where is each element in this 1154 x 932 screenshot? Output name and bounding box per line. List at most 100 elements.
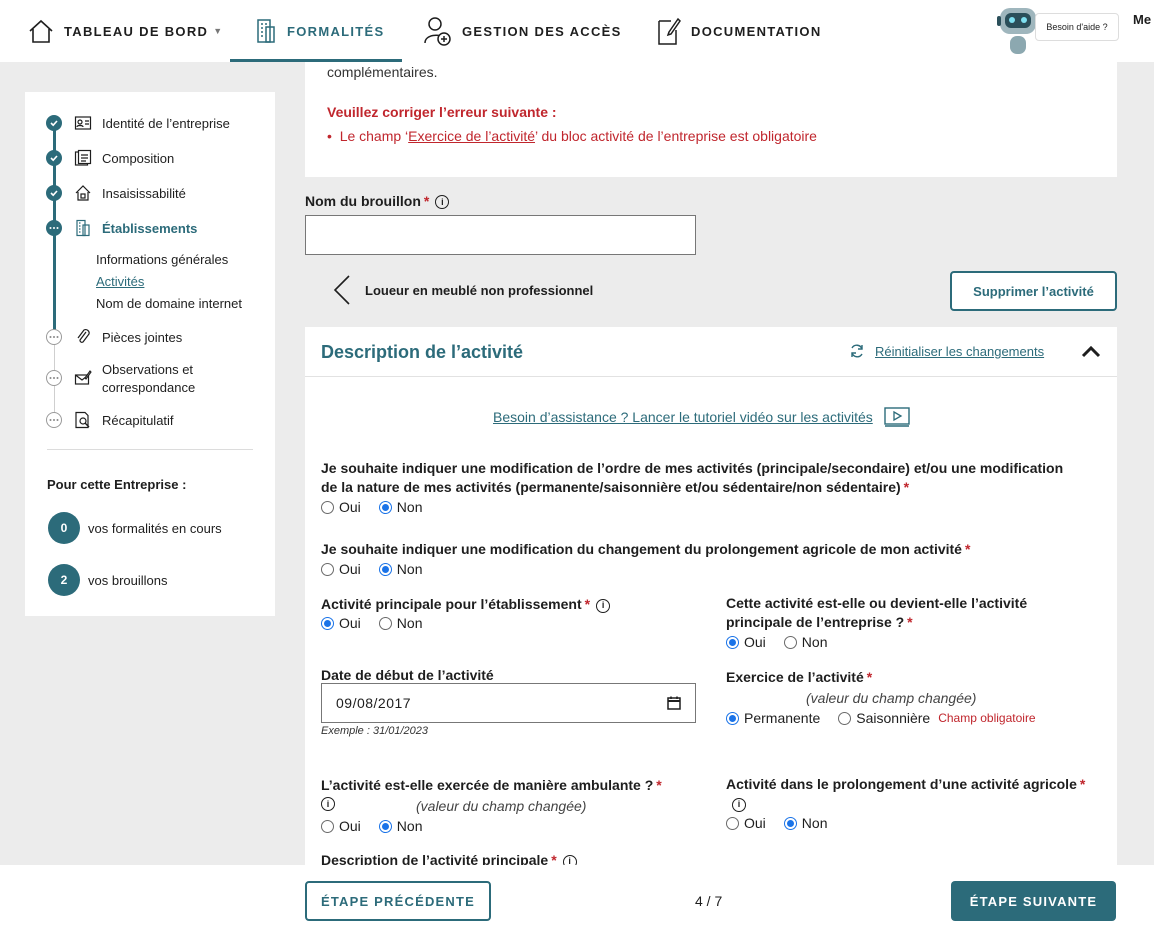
stat-formalities[interactable]: 0 vos formalités en cours [48, 512, 222, 544]
house-shield-icon [75, 185, 91, 201]
question-principal-establishment: Activité principale pour l’établissement… [321, 595, 691, 614]
step-etablissements[interactable]: Établissements [46, 219, 198, 238]
robot-icon [997, 8, 1039, 54]
calendar-icon[interactable] [667, 696, 681, 710]
radio-oui[interactable]: Oui [321, 615, 361, 631]
company-title: Pour cette Entreprise : [47, 477, 187, 492]
radio-group-agricultural-change: Oui Non [321, 561, 440, 577]
required-asterisk: * [1079, 776, 1086, 792]
radio-circle[interactable] [783, 816, 797, 830]
document-edit-icon [658, 17, 681, 45]
stat-drafts[interactable]: 2 vos brouillons [48, 564, 168, 596]
radio-circle[interactable] [783, 635, 797, 649]
help-bubble[interactable]: Besoin d'aide ? [1035, 13, 1119, 41]
previous-step-button[interactable]: ÉTAPE PRÉCÉDENTE [305, 881, 491, 921]
date-value: 09/08/2017 [336, 695, 412, 711]
error-prefix: Le champ ‘ [339, 128, 409, 144]
info-icon[interactable]: i [732, 797, 746, 812]
reset-changes-link[interactable]: Réinitialiser les changements [849, 343, 1044, 359]
chevron-up-icon[interactable] [1081, 344, 1101, 358]
info-icon[interactable]: i [435, 195, 450, 209]
step-label: Pièces jointes [102, 330, 183, 345]
radio-saisonniere[interactable]: Saisonnière [838, 710, 930, 726]
radio-circle[interactable] [838, 711, 852, 725]
step-label: Composition [102, 151, 175, 166]
step-label: Établissements [102, 221, 198, 236]
required-asterisk: * [866, 669, 873, 685]
error-field-link[interactable]: Exercice de l’activité [408, 128, 535, 144]
radio-oui[interactable]: Oui [726, 634, 766, 650]
radio-non[interactable]: Non [378, 615, 422, 631]
reset-label: Réinitialiser les changements [875, 343, 1045, 359]
draft-name-input[interactable] [305, 215, 696, 255]
question-exercise: Exercice de l’activité * [726, 668, 872, 687]
help-assistant[interactable]: Besoin d'aide ? [994, 0, 1154, 62]
radio-circle[interactable] [321, 562, 334, 576]
chevron-left-icon [333, 275, 350, 305]
pending-icon [46, 329, 62, 345]
radio-oui[interactable]: Oui [321, 818, 361, 834]
radio-circle[interactable] [378, 616, 392, 630]
next-step-button[interactable]: ÉTAPE SUIVANTE [951, 881, 1116, 921]
radio-permanente[interactable]: Permanente [726, 710, 820, 726]
radio-circle[interactable] [321, 500, 334, 514]
error-summary: complémentaires. Veuillez corriger l’err… [305, 62, 1117, 177]
radio-group-principal-establishment: Oui Non [321, 615, 440, 631]
nav-dashboard[interactable]: TABLEAU DE BORD ▼ [27, 0, 222, 62]
radio-oui[interactable]: Oui [321, 561, 361, 577]
nav-documentation-label: DOCUMENTATION [691, 23, 822, 39]
radio-circle[interactable] [726, 711, 739, 725]
step-identity[interactable]: Identité de l’entreprise [46, 115, 230, 133]
panel-header: Description de l’activité Réinitialiser … [305, 327, 1117, 377]
question-text: Je souhaite indiquer une modification du… [321, 541, 962, 557]
radio-circle[interactable] [321, 819, 334, 833]
activity-back-link[interactable]: Loueur en meublé non professionnel [333, 274, 593, 306]
substep-domain-name[interactable]: Nom de domaine internet [96, 296, 242, 311]
panel-title: Description de l’activité [321, 342, 524, 362]
required-asterisk: * [584, 596, 591, 612]
radio-non[interactable]: Non [378, 499, 422, 515]
nav-documentation[interactable]: DOCUMENTATION [656, 0, 822, 62]
radio-circle[interactable] [321, 616, 334, 630]
radio-oui[interactable]: Oui [726, 815, 766, 831]
step-observations[interactable]: Observations et correspondance [46, 361, 212, 397]
step-label: Identité de l’entreprise [102, 116, 230, 131]
info-icon[interactable]: i [596, 598, 611, 613]
start-date-input[interactable]: 09/08/2017 [321, 683, 696, 723]
radio-circle[interactable] [378, 562, 392, 576]
error-suffix: ’ du bloc activité de l’entreprise est o… [535, 128, 817, 144]
radio-label: Oui [339, 499, 361, 515]
step-composition[interactable]: Composition [46, 149, 175, 168]
radio-circle[interactable] [726, 635, 739, 649]
radio-circle[interactable] [378, 500, 392, 514]
step-insaisissabilite[interactable]: Insaisissabilité [46, 185, 186, 203]
step-attachments[interactable]: Pièces jointes [46, 329, 182, 347]
radio-non[interactable]: Non [783, 815, 827, 831]
radio-group-agricultural-extension: Oui Non [726, 815, 845, 831]
substep-activities[interactable]: Activités [96, 274, 144, 289]
nav-formalities-label: FORMALITÉS [287, 23, 385, 39]
nav-access[interactable]: GESTION DES ACCÈS [423, 0, 622, 62]
info-icon[interactable]: i [321, 797, 335, 811]
required-asterisk: * [964, 541, 971, 557]
date-example: Exemple : 31/01/2023 [321, 725, 429, 737]
documents-icon [74, 149, 92, 166]
substep-general-info[interactable]: Informations générales [96, 252, 228, 267]
radio-non[interactable]: Non [378, 561, 422, 577]
nav-truncated-item[interactable]: Me [1133, 12, 1151, 27]
radio-circle[interactable] [378, 819, 392, 833]
radio-non[interactable]: Non [783, 634, 827, 650]
radio-group-exercise: Permanente Saisonnière Champ obligatoire [726, 710, 1036, 726]
delete-activity-button[interactable]: Supprimer l’activité [950, 271, 1117, 311]
video-play-icon [884, 407, 910, 427]
required-asterisk: * [907, 614, 913, 630]
nav-formalities[interactable]: FORMALITÉS [230, 0, 402, 62]
radio-circle[interactable] [726, 816, 739, 830]
drafts-count-badge: 2 [48, 564, 80, 596]
radio-oui[interactable]: Oui [321, 499, 361, 515]
tutorial-link[interactable]: Besoin d’assistance ? Lancer le tutoriel… [493, 407, 910, 427]
activity-name: Loueur en meublé non professionnel [365, 282, 594, 298]
step-summary[interactable]: Récapitulatif [46, 411, 174, 430]
radio-non[interactable]: Non [378, 818, 422, 834]
building-icon [257, 19, 275, 43]
